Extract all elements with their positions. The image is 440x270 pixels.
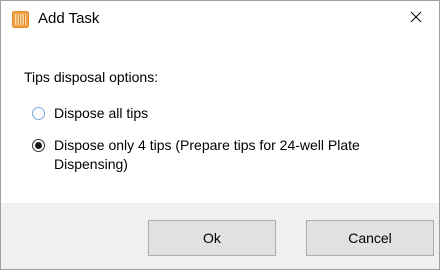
option-label-dispose-4: Dispose only 4 tips (Prepare tips for 24…	[54, 137, 360, 172]
close-button[interactable]	[393, 1, 439, 37]
close-icon	[410, 10, 422, 28]
dialog-title: Add Task	[38, 10, 100, 27]
radio-dispose-all[interactable]	[32, 107, 45, 120]
option-label-dispose-all: Dispose all tips	[54, 105, 149, 121]
option-dispose-all-tips[interactable]: Dispose all tips	[32, 104, 148, 123]
radio-dispose-4[interactable]	[32, 139, 45, 152]
dialog-content: Tips disposal options: Dispose all tips …	[1, 37, 439, 203]
title-bar[interactable]: Add Task	[1, 1, 439, 37]
option-dispose-4-tips[interactable]: Dispose only 4 tips (Prepare tips for 24…	[32, 136, 412, 174]
tips-disposal-label: Tips disposal options:	[24, 69, 159, 85]
add-task-dialog: Add Task Tips disposal options: Dispose …	[0, 0, 440, 270]
ok-button[interactable]: Ok	[148, 220, 276, 256]
dialog-footer: Ok Cancel	[1, 203, 439, 269]
cancel-button[interactable]: Cancel	[306, 220, 434, 256]
app-grid-icon	[12, 11, 29, 28]
